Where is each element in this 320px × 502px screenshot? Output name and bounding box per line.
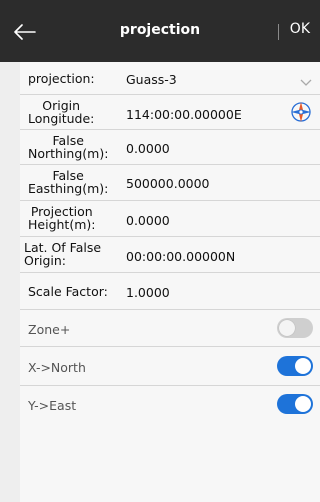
origin-longitude-row: Origin Longitude: 114:00:00.00000E [20,95,320,129]
false-northing-label: False Northing(m): [28,134,108,160]
projection-form: projection: Guass-3 Origin Longitude: 11… [20,62,320,502]
switch-knob [295,358,311,374]
false-easting-row: False Easthing(m): 500000.0000 [20,165,320,199]
origin-longitude-label-line2: Longitude: [28,111,95,126]
origin-longitude-label: Origin Longitude: [28,99,94,125]
chevron-down-icon[interactable] [300,72,312,91]
zone-plus-label: Zone+ [28,322,71,337]
false-northing-row: False Northing(m): 0.0000 [20,130,320,164]
ok-separator [278,24,279,40]
false-northing-label-line2: Northing(m): [28,146,109,161]
scale-factor-field[interactable]: 1.0000 [126,285,170,300]
false-easting-label-line2: Easthing(m): [28,181,109,196]
switch-knob [279,320,295,336]
top-bar: projection OK [0,0,320,62]
projection-height-label: Projection Height(m): [28,205,95,231]
switch-knob [295,396,311,412]
page-title: projection [119,22,201,38]
projection-height-label-line2: Height(m): [28,217,96,232]
lat-false-origin-field[interactable]: 00:00:00.00000N [126,249,235,264]
projection-select-row[interactable]: projection: Guass-3 [20,62,320,92]
false-northing-field[interactable]: 0.0000 [126,141,170,156]
projection-label: projection: [28,71,95,86]
x-north-switch[interactable] [277,356,313,376]
projection-height-row: Projection Height(m): 0.0000 [20,201,320,235]
ok-button[interactable]: OK [290,21,310,37]
y-east-row: Y->East [20,386,320,424]
zone-plus-row: Zone+ [20,310,320,346]
false-easting-field[interactable]: 500000.0000 [126,176,210,191]
y-east-switch[interactable] [277,394,313,414]
origin-longitude-field[interactable]: 114:00:00.00000E [126,107,242,122]
lat-false-origin-row: Lat. Of False Origin: 00:00:00.00000N [20,237,320,271]
lat-false-origin-label-line2: Origin: [24,253,66,268]
scale-factor-row: Scale Factor: 1.0000 [20,273,320,307]
y-east-label: Y->East [28,398,77,413]
scale-factor-label: Scale Factor: [28,284,108,299]
lat-false-origin-label: Lat. Of False Origin: [24,241,101,267]
compass-location-icon[interactable] [290,101,312,127]
false-easting-label: False Easthing(m): [28,169,108,195]
zone-plus-switch[interactable] [277,318,313,338]
x-north-row: X->North [20,347,320,385]
x-north-label: X->North [28,360,86,375]
projection-select-value[interactable]: Guass-3 [126,72,177,87]
projection-height-field[interactable]: 0.0000 [126,213,170,228]
